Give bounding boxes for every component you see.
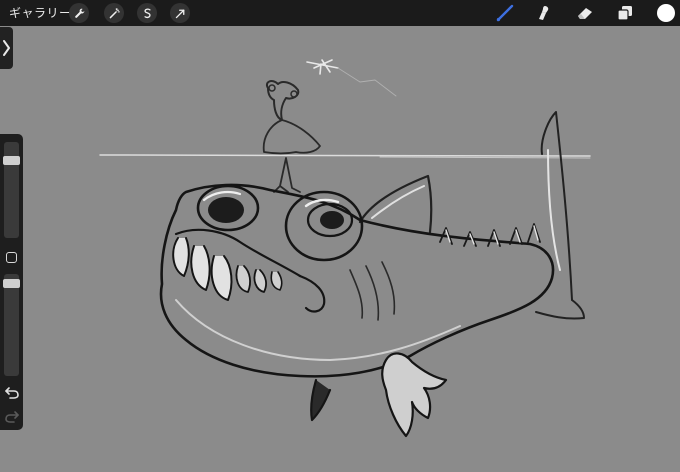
left-sidebar (0, 134, 23, 430)
selection-icon (143, 8, 151, 18)
layers-button[interactable] (614, 3, 636, 23)
eraser-icon (578, 8, 592, 19)
brush-size-thumb[interactable] (3, 156, 20, 165)
sketch-artwork (99, 59, 591, 438)
smudge-icon (539, 6, 549, 20)
drawing-canvas[interactable] (0, 26, 680, 472)
layers-icon (617, 6, 632, 21)
procreate-app: ギャラリー (0, 0, 680, 472)
gallery-button[interactable]: ギャラリー (9, 4, 72, 22)
redo-icon[interactable] (4, 408, 20, 424)
adjustments-button[interactable] (104, 3, 124, 23)
actions-button[interactable] (69, 3, 89, 23)
sidebar-toggle-tab[interactable] (0, 27, 13, 69)
transform-button[interactable] (170, 3, 190, 23)
selection-button[interactable] (137, 3, 157, 23)
brush-opacity-slider[interactable] (3, 274, 20, 376)
top-toolbar: ギャラリー (0, 0, 680, 26)
brush-button[interactable] (494, 3, 516, 23)
magic-wand-icon (109, 7, 120, 18)
color-picker-button[interactable] (657, 4, 675, 22)
wrench-icon (74, 8, 84, 18)
undo-icon[interactable] (4, 384, 20, 400)
chevron-right-icon (3, 40, 10, 56)
eraser-button[interactable] (574, 3, 596, 23)
brush-icon (496, 4, 514, 22)
modify-button[interactable] (6, 252, 17, 263)
smudge-button[interactable] (533, 3, 555, 23)
brush-size-slider[interactable] (3, 142, 20, 238)
transform-arrow-icon (175, 9, 184, 18)
brush-opacity-thumb[interactable] (3, 279, 20, 288)
